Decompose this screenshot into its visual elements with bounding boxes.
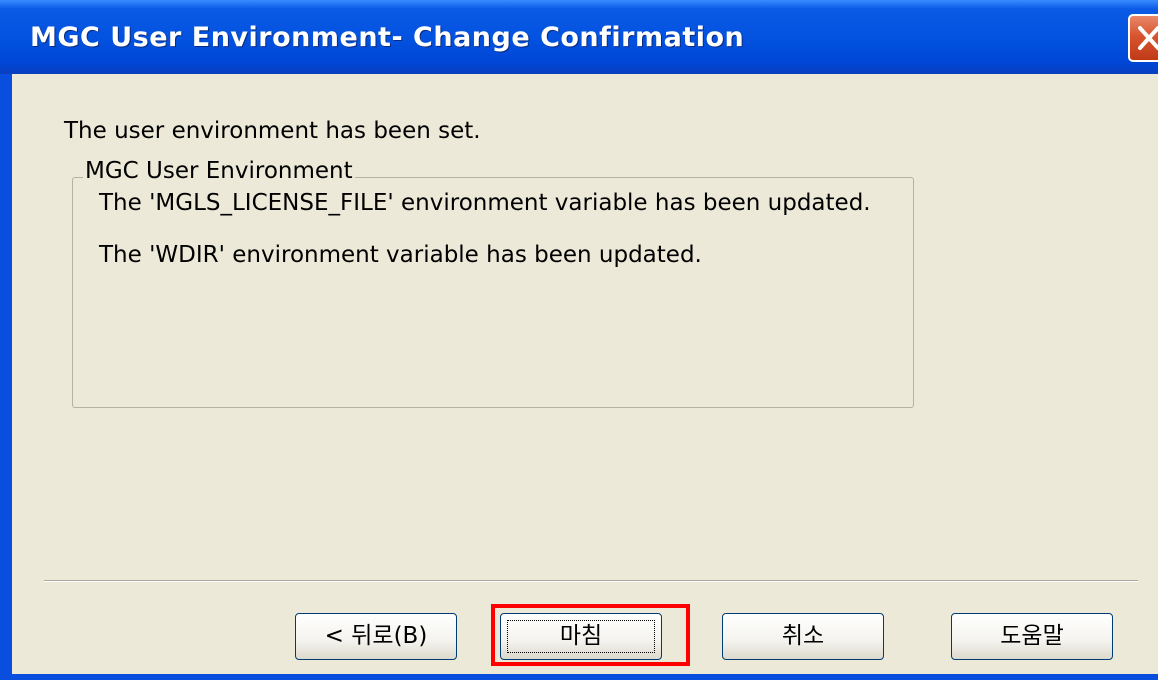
title-bar[interactable]: MGC User Environment- Change Confirmatio… — [0, 0, 1158, 74]
groupbox-body: The 'MGLS_LICENSE_FILE' environment vari… — [99, 190, 879, 294]
license-file-update-text: The 'MGLS_LICENSE_FILE' environment vari… — [99, 190, 871, 216]
finish-button[interactable]: 마침 — [500, 613, 662, 660]
status-message: The user environment has been set. — [64, 118, 481, 144]
button-separator — [44, 580, 1138, 582]
close-icon — [1138, 26, 1158, 50]
back-button[interactable]: < 뒤로(B) — [295, 613, 457, 660]
groupbox-legend: MGC User Environment — [83, 158, 355, 184]
help-button-label: 도움말 — [1000, 623, 1064, 649]
cancel-button-label: 취소 — [781, 623, 825, 649]
help-button[interactable]: 도움말 — [951, 613, 1113, 660]
close-button[interactable] — [1128, 14, 1158, 62]
cancel-button[interactable]: 취소 — [722, 613, 884, 660]
back-button-label: < 뒤로(B) — [324, 623, 428, 649]
window-title: MGC User Environment- Change Confirmatio… — [30, 22, 745, 53]
wdir-update-text: The 'WDIR' environment variable has been… — [99, 242, 702, 268]
user-environment-groupbox: MGC User Environment The 'MGLS_LICENSE_F… — [72, 158, 914, 408]
finish-button-label: 마침 — [559, 623, 603, 649]
